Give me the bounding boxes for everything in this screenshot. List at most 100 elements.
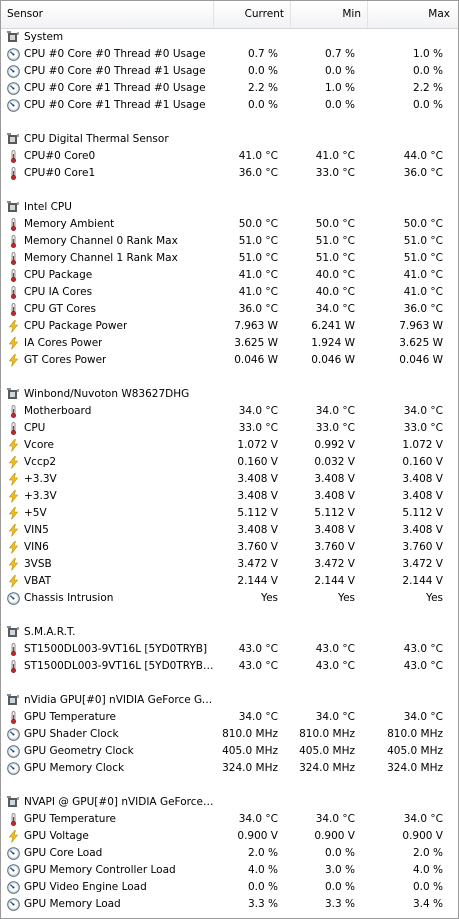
sensor-row[interactable]: Motherboard 34.0 °C 34.0 °C 34.0 °C — [1, 403, 458, 420]
current-value: 0.0 % — [247, 881, 278, 893]
sensor-row[interactable]: Chassis Intrusion Yes Yes Yes — [1, 590, 458, 607]
current-value: 34.0 °C — [238, 405, 278, 417]
sensor-row[interactable]: Memory Channel 1 Rank Max 51.0 °C 51.0 °C 5… — [1, 250, 458, 267]
current-value: 34.0 °C — [238, 813, 278, 825]
sensor-row[interactable]: +5V 5.112 V 5.112 V 5.112 V — [1, 505, 458, 522]
max-value: 43.0 °C — [403, 643, 443, 655]
current-value: 2.144 V — [237, 575, 278, 587]
current-value: 0.0 % — [247, 99, 278, 111]
sensor-row[interactable]: CPU#0 Core0 41.0 °C 41.0 °C 44.0 °C — [1, 148, 458, 165]
min-value: 3.0 % — [324, 864, 355, 876]
sensor-label-cell: CPU — [1, 420, 214, 437]
sensor-row[interactable]: GPU Temperature 34.0 °C 34.0 °C 34.0 °C — [1, 709, 458, 726]
current-value: 3.408 V — [237, 490, 278, 502]
sensor-label: +5V — [24, 507, 47, 519]
group-row[interactable]: Intel CPU — [1, 199, 458, 216]
column-max-header[interactable]: Max — [368, 1, 456, 28]
min-value: 43.0 °C — [315, 643, 355, 655]
min-value: 810.0 MHz — [299, 728, 355, 740]
sensor-label-cell: CPU Package Power — [1, 318, 214, 335]
current-value: 41.0 °C — [238, 269, 278, 281]
sensor-row[interactable]: CPU #0 Core #0 Thread #0 Usage 0.7 % 0.7 %… — [1, 46, 458, 63]
min-value: 34.0 °C — [315, 303, 355, 315]
sensor-row[interactable]: GPU Temperature 34.0 °C 34.0 °C 34.0 °C — [1, 811, 458, 828]
min-value: 405.0 MHz — [299, 745, 355, 757]
current-value: 3.760 V — [237, 541, 278, 553]
thermometer-icon — [7, 422, 20, 435]
sensor-row[interactable]: GPU Shader Clock 810.0 MHz 810.0 MHz 810.0 … — [1, 726, 458, 743]
group-empty-cell — [291, 624, 368, 641]
sensor-row[interactable]: Vcore 1.072 V 0.992 V 1.072 V — [1, 437, 458, 454]
gauge-icon — [7, 65, 20, 78]
sensor-row[interactable]: CPU Package Power 7.963 W 6.241 W 7.963 W — [1, 318, 458, 335]
thermometer-icon — [7, 252, 20, 265]
sensor-label-cell: Memory Ambient — [1, 216, 214, 233]
sensor-row[interactable]: CPU #0 Core #1 Thread #1 Usage 0.0 % 0.0 %… — [1, 97, 458, 114]
current-value: 0.7 % — [247, 48, 278, 60]
sensor-row[interactable]: GPU Memory Load 3.3 % 3.3 % 3.4 % — [1, 896, 458, 913]
sensor-row[interactable]: VIN6 3.760 V 3.760 V 3.760 V — [1, 539, 458, 556]
sensor-row[interactable]: CPU #0 Core #0 Thread #1 Usage 0.0 % 0.0 %… — [1, 63, 458, 80]
sensor-row[interactable]: CPU Package 41.0 °C 40.0 °C 41.0 °C — [1, 267, 458, 284]
sensor-row[interactable]: GPU Video Engine Load 0.0 % 0.0 % 0.0 % — [1, 879, 458, 896]
gauge-icon — [7, 592, 20, 605]
sensor-row[interactable]: GPU Voltage 0.900 V 0.900 V 0.900 V — [1, 828, 458, 845]
sensor-row[interactable]: IA Cores Power 3.625 W 1.924 W 3.625 W — [1, 335, 458, 352]
max-value: 3.4 % — [412, 898, 443, 910]
bolt-icon — [7, 354, 20, 367]
max-value: 50.0 °C — [403, 218, 443, 230]
group-row[interactable]: NVAPI @ GPU[#0] nVIDIA GeForce ... — [1, 794, 458, 811]
sensor-label-cell: GPU Memory Clock — [1, 760, 214, 777]
sensor-row[interactable]: ST1500DL003-9VT16L [5YD0TRYB] 43.0 °C 43.0… — [1, 641, 458, 658]
min-value: 324.0 MHz — [299, 762, 355, 774]
sensor-label-cell: CPU GT Cores — [1, 301, 214, 318]
column-min-header[interactable]: Min — [291, 1, 368, 28]
column-sensor-header[interactable]: Sensor — [1, 1, 214, 28]
group-empty-cell — [368, 29, 456, 46]
sensor-row[interactable]: VIN5 3.408 V 3.408 V 3.408 V — [1, 522, 458, 539]
sensor-row[interactable]: CPU GT Cores 36.0 °C 34.0 °C 36.0 °C — [1, 301, 458, 318]
max-value: 1.0 % — [412, 48, 443, 60]
sensor-row[interactable]: ST1500DL003-9VT16L [5YD0TRYB] ... 43.0 °C… — [1, 658, 458, 675]
current-value: 810.0 MHz — [222, 728, 278, 740]
sensor-row[interactable]: GPU Memory Clock 324.0 MHz 324.0 MHz 324.0 … — [1, 760, 458, 777]
sensor-row[interactable]: +3.3V 3.408 V 3.408 V 3.408 V — [1, 471, 458, 488]
min-value: 43.0 °C — [315, 660, 355, 672]
sensor-row[interactable]: CPU #0 Core #1 Thread #0 Usage 2.2 % 1.0 %… — [1, 80, 458, 97]
column-current-header[interactable]: Current — [214, 1, 291, 28]
max-value: 34.0 °C — [403, 405, 443, 417]
gauge-icon — [7, 48, 20, 61]
sensor-row[interactable]: GPU Core Load 2.0 % 0.0 % 2.0 % — [1, 845, 458, 862]
sensor-label-cell: VIN6 — [1, 539, 214, 556]
bolt-icon — [7, 337, 20, 350]
sensor-row[interactable]: Memory Ambient 50.0 °C 50.0 °C 50.0 °C — [1, 216, 458, 233]
group-row[interactable]: S.M.A.R.T. — [1, 624, 458, 641]
group-row[interactable]: Winbond/Nuvoton W83627DHG — [1, 386, 458, 403]
sensor-row[interactable]: Memory Channel 0 Rank Max 51.0 °C 51.0 °C 5… — [1, 233, 458, 250]
sensor-row[interactable]: CPU#0 Core1 36.0 °C 33.0 °C 36.0 °C — [1, 165, 458, 182]
group-row[interactable]: CPU Digital Thermal Sensor — [1, 131, 458, 148]
sensor-row[interactable]: Vccp2 0.160 V 0.032 V 0.160 V — [1, 454, 458, 471]
sensor-row[interactable]: CPU IA Cores 41.0 °C 40.0 °C 41.0 °C — [1, 284, 458, 301]
sensor-label: GPU Memory Clock — [24, 762, 125, 774]
sensor-label: GPU Core Load — [24, 847, 103, 859]
max-value: 51.0 °C — [403, 235, 443, 247]
current-value: 2.2 % — [247, 82, 278, 94]
sensor-row[interactable]: VBAT 2.144 V 2.144 V 2.144 V — [1, 573, 458, 590]
max-value: 41.0 °C — [403, 286, 443, 298]
sensor-row[interactable]: CPU 33.0 °C 33.0 °C 33.0 °C — [1, 420, 458, 437]
min-value: 40.0 °C — [315, 269, 355, 281]
gauge-icon — [7, 82, 20, 95]
group-row[interactable]: nVidia GPU[#0] nVIDIA GeForce GT ... — [1, 692, 458, 709]
sensor-row[interactable]: GPU Geometry Clock 405.0 MHz 405.0 MHz 405.… — [1, 743, 458, 760]
sensor-label: CPU #0 Core #1 Thread #1 Usage — [24, 99, 206, 111]
current-value: 3.408 V — [237, 473, 278, 485]
sensor-label-cell: GPU Temperature — [1, 811, 214, 828]
sensor-row[interactable]: +3.3V 3.408 V 3.408 V 3.408 V — [1, 488, 458, 505]
group-row[interactable]: System — [1, 29, 458, 46]
sensor-row[interactable]: 3VSB 3.472 V 3.472 V 3.472 V — [1, 556, 458, 573]
current-value: 3.472 V — [237, 558, 278, 570]
group-empty-cell — [368, 794, 456, 811]
sensor-row[interactable]: GT Cores Power 0.046 W 0.046 W 0.046 W — [1, 352, 458, 369]
sensor-row[interactable]: GPU Memory Controller Load 4.0 % 3.0 % 4.0 … — [1, 862, 458, 879]
